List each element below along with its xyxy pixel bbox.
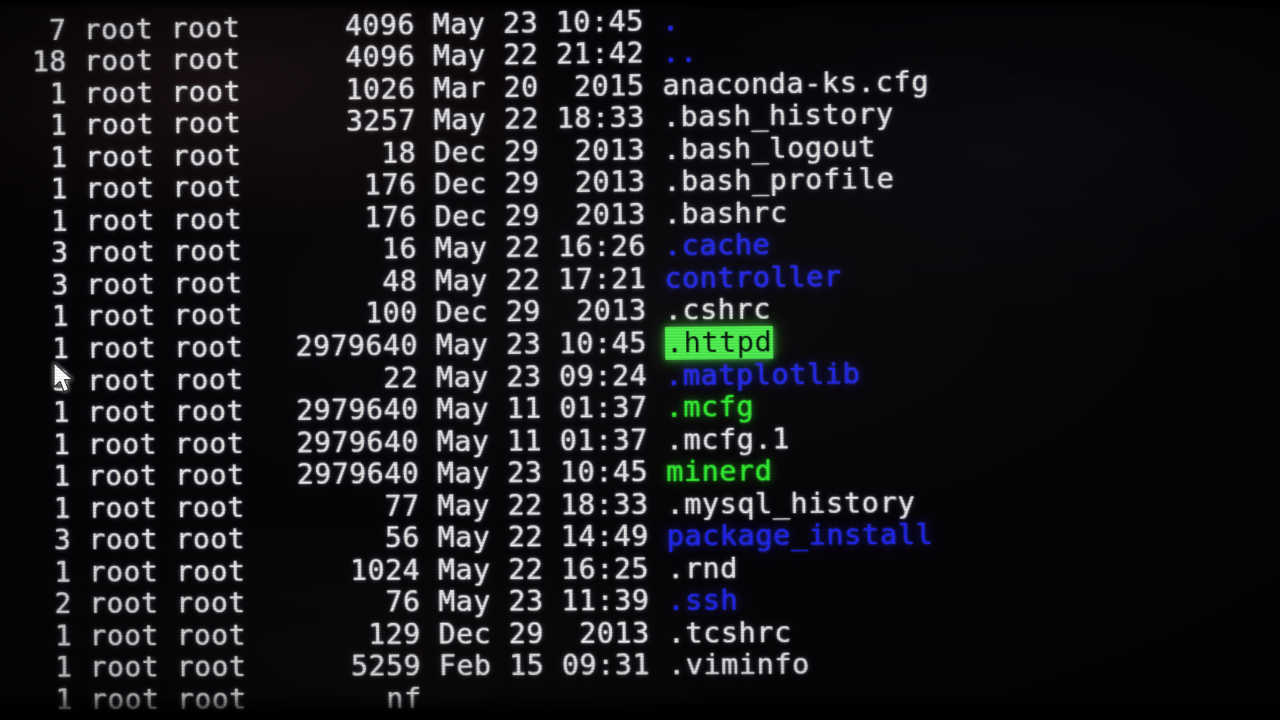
file-name[interactable]: .cache	[664, 229, 771, 263]
row-metadata: drwx------ 2 root root 76 May 23 11:39	[54, 585, 650, 621]
file-name[interactable]: controller	[664, 261, 842, 296]
file-name[interactable]: .cshrc	[664, 294, 771, 328]
file-name[interactable]: .mcfg	[665, 391, 754, 425]
row-metadata: -rw------- 1 root root 5259 Feb 15 09:31	[54, 649, 651, 685]
file-name[interactable]: .bash_history	[662, 98, 893, 134]
partial-bottom-row: -rw------- 1 root root nf	[0, 680, 1280, 718]
row-metadata: -rw------- 1 root root	[55, 683, 247, 717]
file-name[interactable]: .rnd	[667, 552, 738, 585]
file-name[interactable]: .bash_logout	[663, 131, 876, 167]
file-name[interactable]: .tcshrc	[667, 617, 791, 650]
terminal-output-list: al 11700-xr-x---. 7 root root 4096 May 2…	[0, 0, 1280, 718]
file-name[interactable]: minerd	[666, 455, 773, 489]
file-name[interactable]: nf	[246, 683, 421, 716]
file-name[interactable]: .viminfo	[668, 649, 810, 682]
file-name[interactable]: .mysql_history	[666, 486, 915, 521]
file-name[interactable]: .httpd	[664, 325, 774, 360]
file-name[interactable]: .ssh	[667, 585, 738, 618]
file-name[interactable]: anaconda-ks.cfg	[662, 65, 929, 102]
terminal-screen-photo: al 11700-xr-x---. 7 root root 4096 May 2…	[0, 0, 1280, 720]
file-name[interactable]: .bash_profile	[663, 163, 894, 199]
file-name[interactable]: package_install	[666, 519, 933, 554]
row-metadata: -rw-r--r--. 1 root root 129 Dec 29 2013	[0, 617, 651, 654]
terminal-text-plane: al 11700-xr-x---. 7 root root 4096 May 2…	[0, 0, 1280, 720]
file-name[interactable]: .matplotlib	[665, 357, 861, 392]
file-name[interactable]: ..	[662, 36, 698, 69]
file-name[interactable]: .mcfg.1	[666, 423, 790, 457]
file-name[interactable]: .bashrc	[663, 197, 787, 231]
file-name[interactable]: .	[662, 4, 680, 37]
